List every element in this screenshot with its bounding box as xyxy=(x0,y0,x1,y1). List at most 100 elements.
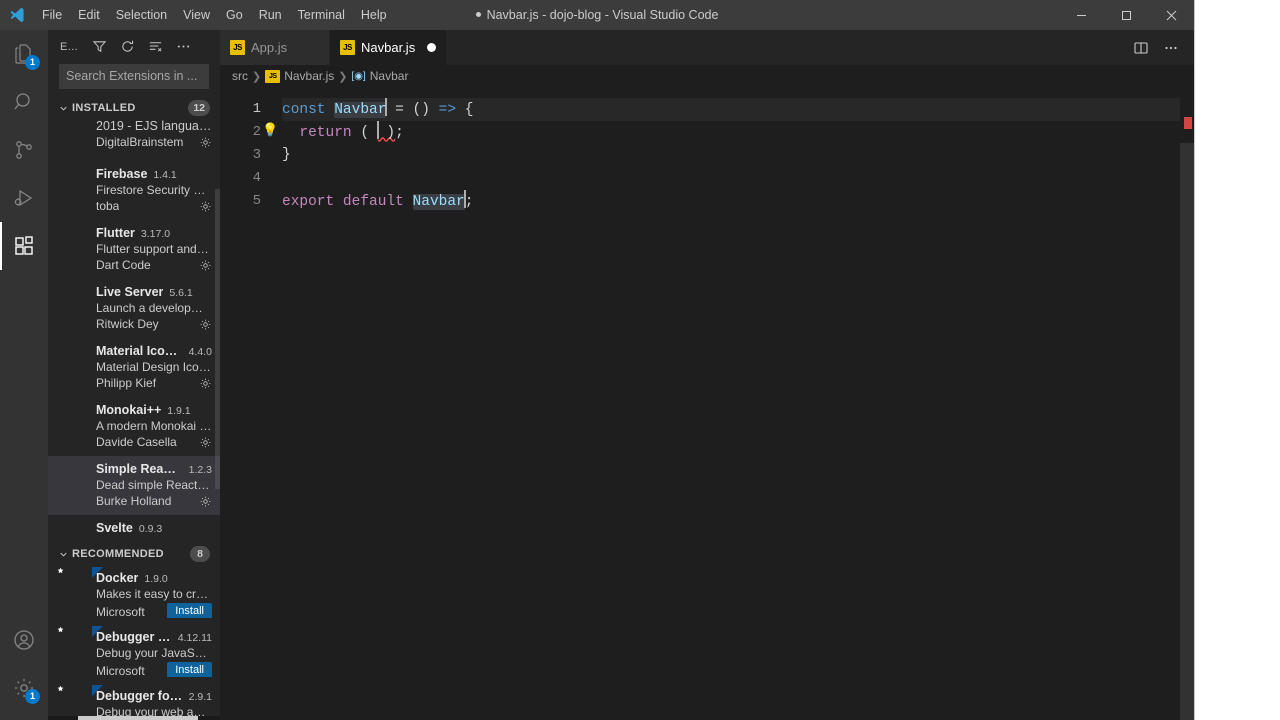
line-content[interactable]: } xyxy=(282,144,291,167)
editor-overview-ruler[interactable] xyxy=(1180,87,1194,720)
tab-label: App.js xyxy=(251,40,288,55)
menu-item-file[interactable]: File xyxy=(34,4,70,26)
section-header-recommended[interactable]: RECOMMENDED 8 xyxy=(48,543,220,565)
extension-name: Debugger for ... xyxy=(96,630,172,644)
extension-icon xyxy=(56,626,90,664)
extension-version: 3.17.0 xyxy=(140,228,171,240)
gear-icon[interactable] xyxy=(199,495,212,508)
tab-app-js[interactable]: JS App.js xyxy=(220,30,330,65)
tab-unsaved-dot[interactable] xyxy=(427,43,437,52)
extension-author: Davide Casella xyxy=(96,435,177,449)
list-item[interactable]: 2019 - EJS language sup... DigitalBrains… xyxy=(48,119,220,161)
sidebar-item-explorer[interactable]: 1 xyxy=(0,30,48,78)
search-input[interactable] xyxy=(66,69,202,84)
filter-icon[interactable] xyxy=(86,35,112,59)
menu-item-view[interactable]: View xyxy=(175,4,218,26)
more-actions-icon[interactable] xyxy=(170,35,196,59)
sidebar-item-search[interactable] xyxy=(0,78,48,126)
list-item[interactable]: Docker 1.9.0 Makes it easy to create, ..… xyxy=(48,565,220,624)
more-editor-actions-icon[interactable] xyxy=(1158,35,1184,61)
extension-info: Simple React Sni... 1.2.3 Dead simple Re… xyxy=(96,462,212,509)
refresh-icon[interactable] xyxy=(114,35,140,59)
extension-name: Monokai++ xyxy=(96,403,162,417)
extension-version: 0.9.3 xyxy=(138,523,163,535)
clear-search-results-icon[interactable] xyxy=(142,35,168,59)
breadcrumb-item-src[interactable]: src xyxy=(232,69,248,83)
activity-bar: 1 1 xyxy=(0,30,48,720)
background-browser-window: – □ ✕ xyxy=(1194,0,1280,720)
split-editor-right-icon[interactable] xyxy=(1128,35,1154,61)
sidebar-item-manage-settings[interactable]: 1 xyxy=(0,664,48,712)
gear-icon[interactable] xyxy=(199,136,212,149)
code-line[interactable]: 4 xyxy=(220,167,1194,190)
code-line[interactable]: 5 export default Navbar; xyxy=(220,189,1194,214)
extension-icon xyxy=(56,167,90,201)
close-button[interactable] xyxy=(1149,0,1194,30)
sidebar-toolbar: E... xyxy=(48,30,220,64)
code-editor[interactable]: 1 const Navbar = () => { 2 💡 return ( );… xyxy=(220,87,1194,720)
list-item[interactable]: Simple React Sni... 1.2.3 Dead simple Re… xyxy=(48,456,220,515)
lightbulb-quickfix-icon[interactable]: 💡 xyxy=(262,124,278,137)
line-content[interactable]: return ( ); xyxy=(282,120,404,145)
gear-icon[interactable] xyxy=(199,259,212,272)
gear-icon[interactable] xyxy=(199,377,212,390)
extension-info: Docker 1.9.0 Makes it easy to create, ..… xyxy=(96,571,212,618)
menu-item-selection[interactable]: Selection xyxy=(108,4,175,26)
extensions-list-scroll[interactable]: INSTALLED 12 2019 - EJS language sup... … xyxy=(48,97,220,720)
line-number: 3 xyxy=(252,147,261,163)
menu-item-help[interactable]: Help xyxy=(353,4,395,26)
install-button[interactable]: Install xyxy=(167,603,212,618)
sidebar-item-run-and-debug[interactable] xyxy=(0,174,48,222)
extension-title-row: Firebase 1.4.1 xyxy=(96,167,212,181)
extension-footer: Burke Holland xyxy=(96,494,212,508)
list-item[interactable]: Material Icon Th... 4.4.0 Material Desig… xyxy=(48,338,220,397)
settings-badge: 1 xyxy=(25,689,40,704)
line-number: 4 xyxy=(252,170,261,186)
editor-actions xyxy=(1128,30,1194,65)
menu-item-run[interactable]: Run xyxy=(251,4,290,26)
line-content[interactable]: export default Navbar; xyxy=(282,189,473,214)
menu-item-go[interactable]: Go xyxy=(218,4,251,26)
sidebar-hscroll-thumb[interactable] xyxy=(78,716,198,720)
extension-title-row: Monokai++ 1.9.1 xyxy=(96,403,212,417)
section-header-installed[interactable]: INSTALLED 12 xyxy=(48,97,220,119)
extension-description: Debug your JavaScript c... xyxy=(96,646,212,660)
tab-navbar-js[interactable]: JS Navbar.js xyxy=(330,30,448,65)
list-item[interactable]: Debugger for ... 4.12.11 Debug your Java… xyxy=(48,624,220,683)
maximize-button[interactable] xyxy=(1104,0,1149,30)
extension-name: Firebase xyxy=(96,167,148,181)
gear-icon[interactable] xyxy=(199,436,212,449)
code-line[interactable]: 2 💡 return ( ); xyxy=(220,120,1194,145)
menu-item-edit[interactable]: Edit xyxy=(70,4,108,26)
breadcrumb-item-file[interactable]: Navbar.js xyxy=(284,69,334,83)
editor-group: JS App.js JS Navbar.js src ❯ JS Navbar.j… xyxy=(220,30,1194,720)
list-item[interactable]: Debugger for Fir... 2.9.1 Debug your web… xyxy=(48,683,220,720)
sidebar-item-accounts[interactable] xyxy=(0,616,48,664)
sidebar-item-source-control[interactable] xyxy=(0,126,48,174)
extension-version: 5.6.1 xyxy=(169,287,193,299)
breadcrumb-item-symbol[interactable]: Navbar xyxy=(370,69,409,83)
install-button[interactable]: Install xyxy=(167,662,212,677)
code-line[interactable]: 3 } xyxy=(220,144,1194,167)
gear-icon[interactable] xyxy=(199,318,212,331)
list-item[interactable]: Flutter 3.17.0 Flutter support and deb..… xyxy=(48,220,220,279)
list-item[interactable]: Live Server 5.6.1 Launch a development l… xyxy=(48,279,220,338)
extension-author: DigitalBrainstem xyxy=(96,135,184,149)
gear-icon[interactable] xyxy=(199,200,212,213)
extension-footer: DigitalBrainstem xyxy=(96,135,212,149)
minimize-button[interactable] xyxy=(1059,0,1104,30)
extension-description: Firestore Security Rules ... xyxy=(96,183,212,197)
sidebar-horizontal-scrollbar[interactable] xyxy=(48,716,220,720)
list-item[interactable]: Firebase 1.4.1 Firestore Security Rules … xyxy=(48,161,220,220)
extension-footer: toba xyxy=(96,199,212,213)
sidebar-item-extensions[interactable] xyxy=(0,222,48,270)
extension-name: Live Server xyxy=(96,285,164,299)
search-extensions-box[interactable] xyxy=(59,63,209,89)
list-item[interactable]: Monokai++ 1.9.1 A modern Monokai the... … xyxy=(48,397,220,456)
error-marker[interactable] xyxy=(1184,117,1192,129)
menu-item-terminal[interactable]: Terminal xyxy=(290,4,353,26)
extension-name: Simple React Sni... xyxy=(96,462,183,476)
line-content[interactable]: const Navbar = () => { xyxy=(282,97,473,122)
list-item[interactable]: Svelte 0.9.3 xyxy=(48,515,220,543)
code-line[interactable]: 1 const Navbar = () => { xyxy=(220,97,1194,122)
